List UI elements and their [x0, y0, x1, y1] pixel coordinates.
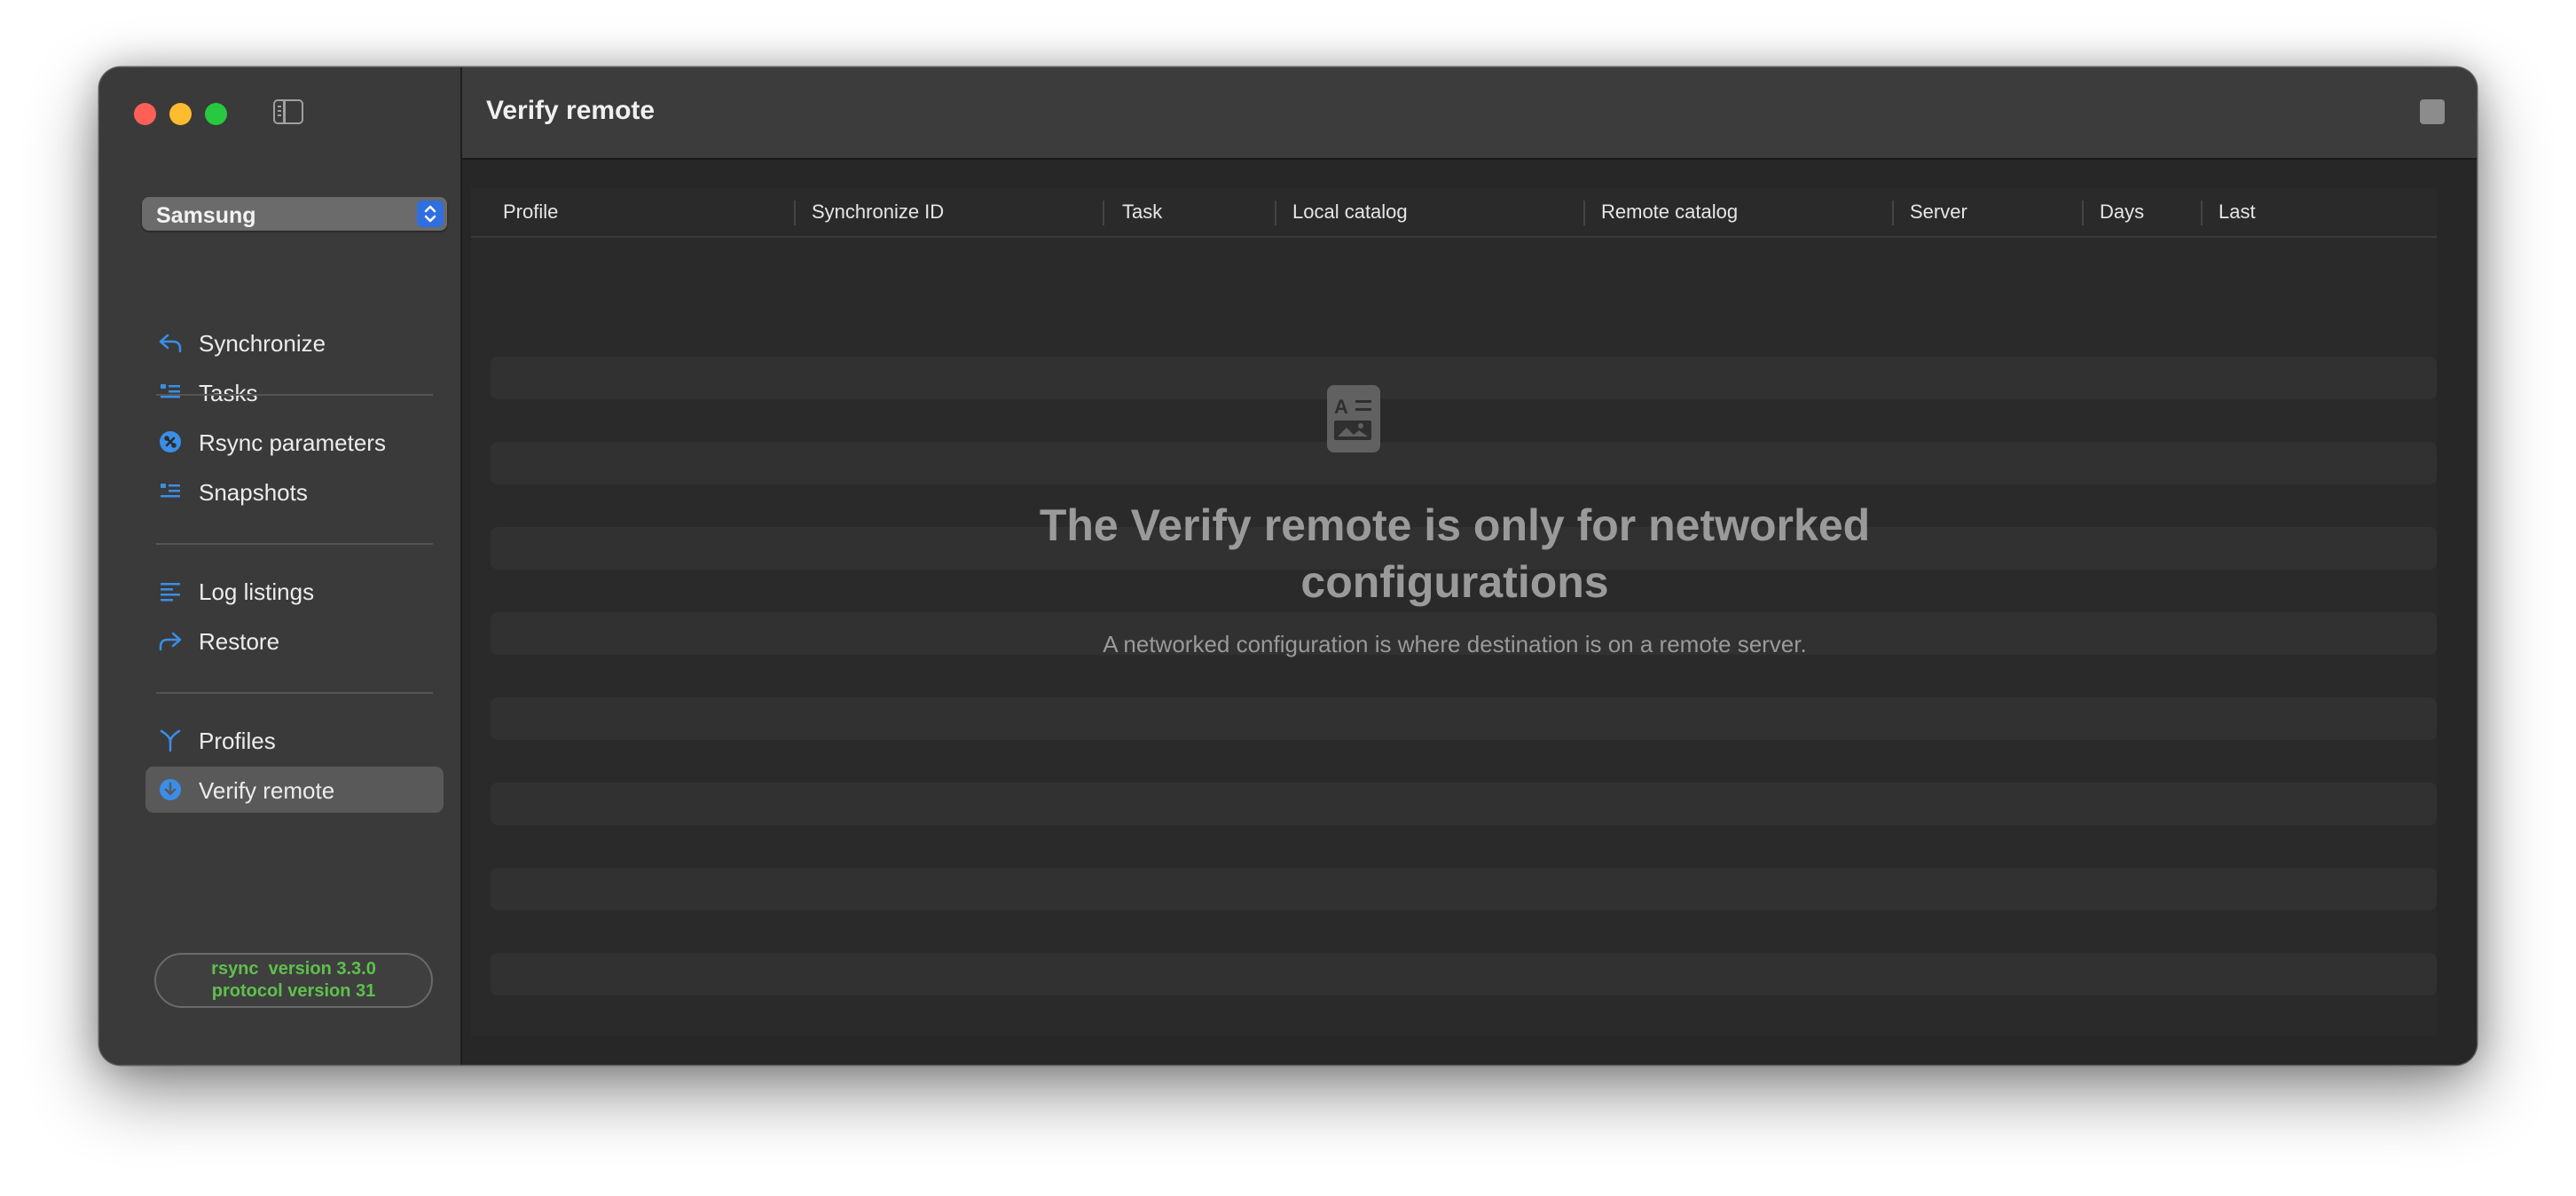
column-separator[interactable] [2082, 201, 2084, 225]
sidebar-item-label: Profiles [199, 728, 276, 754]
doc-richtext-icon: A [1327, 385, 1380, 452]
profile-select-value: Samsung [156, 203, 256, 228]
protocol-version-text: protocol version 31 [211, 981, 376, 1001]
sidebar-item-rsync-parameters[interactable]: Rsync parameters [145, 419, 444, 465]
column-header-server[interactable]: Server [1910, 201, 1967, 224]
rsync-version-badge: rsync version 3.3.0 protocol version 31 [154, 953, 433, 1008]
sidebar-divider [156, 543, 433, 545]
column-header-last[interactable]: Last [2219, 201, 2256, 224]
zoom-window-button[interactable] [205, 103, 227, 125]
table-row-placeholder [491, 442, 2437, 484]
toolbar [462, 67, 2477, 160]
arrow-uturn-right-icon [158, 628, 183, 653]
sidebar-item-label: Synchronize [199, 330, 326, 357]
sidebar-item-tasks[interactable]: Tasks [145, 369, 444, 415]
sidebar-item-label: Restore [199, 628, 280, 655]
column-separator[interactable] [1275, 201, 1276, 225]
column-separator[interactable] [2201, 201, 2203, 225]
page-title: Verify remote [486, 96, 656, 125]
sidebar-item-verify-remote[interactable]: Verify remote [145, 767, 444, 813]
text-align-left-icon [158, 578, 183, 603]
column-header-local-catalog[interactable]: Local catalog [1292, 201, 1408, 224]
sidebar-item-restore[interactable]: Restore [145, 618, 444, 664]
column-header-days[interactable]: Days [2100, 201, 2144, 224]
sidebar-item-label: Log listings [199, 578, 315, 605]
close-window-button[interactable] [134, 103, 156, 125]
table-row-placeholder [491, 697, 2437, 740]
command-circle-icon [158, 429, 183, 454]
chevron-up-down-icon [417, 201, 444, 227]
profile-select[interactable]: Samsung [142, 197, 447, 231]
column-header-remote-catalog[interactable]: Remote catalog [1601, 201, 1738, 224]
sidebar-item-synchronize[interactable]: Synchronize [145, 319, 444, 366]
column-separator[interactable] [1103, 201, 1104, 225]
list-icon [158, 479, 183, 504]
sidebar-divider [156, 692, 433, 694]
list-icon [158, 380, 183, 405]
arrow-down-circle-icon [158, 777, 183, 802]
sidebar-toggle-icon[interactable] [273, 99, 303, 124]
table-row-placeholder [491, 868, 2437, 910]
column-header-synchronize-id[interactable]: Synchronize ID [812, 201, 944, 224]
column-separator[interactable] [1583, 201, 1585, 225]
verify-table: Profile Synchronize ID Task Local catalo… [471, 188, 2437, 1036]
sidebar-item-snapshots[interactable]: Snapshots [145, 468, 444, 515]
sidebar-item-label: Snapshots [199, 479, 308, 506]
sidebar-item-log-listings[interactable]: Log listings [145, 568, 444, 614]
arrow-uturn-left-icon [158, 330, 183, 355]
table-row-placeholder [491, 953, 2437, 995]
arrow-merge-icon [158, 728, 183, 752]
column-header-profile[interactable]: Profile [503, 201, 558, 224]
sidebar: Samsung Synchronize Tasks Rsync paramete… [99, 67, 462, 1065]
sidebar-item-label: Rsync parameters [199, 429, 386, 456]
sidebar-item-profiles[interactable]: Profiles [145, 717, 444, 763]
sidebar-item-label: Verify remote [199, 777, 335, 804]
sidebar-divider [156, 394, 433, 396]
minimize-window-button[interactable] [169, 103, 192, 125]
empty-state-subtitle: A networked configuration is where desti… [1103, 631, 1807, 657]
column-separator[interactable] [794, 201, 796, 225]
column-separator[interactable] [1892, 201, 1894, 225]
rsync-version-text: rsync version 3.3.0 [211, 959, 376, 979]
empty-state-title: The Verify remote is only for networked … [1039, 500, 1871, 607]
table-row-placeholder [491, 357, 2437, 399]
svg-text:A: A [1334, 396, 1348, 418]
table-row-placeholder [491, 783, 2437, 825]
stop-button[interactable] [2420, 99, 2445, 124]
table-header: Profile Synchronize ID Task Local catalo… [471, 188, 2437, 238]
column-header-task[interactable]: Task [1122, 201, 1162, 224]
